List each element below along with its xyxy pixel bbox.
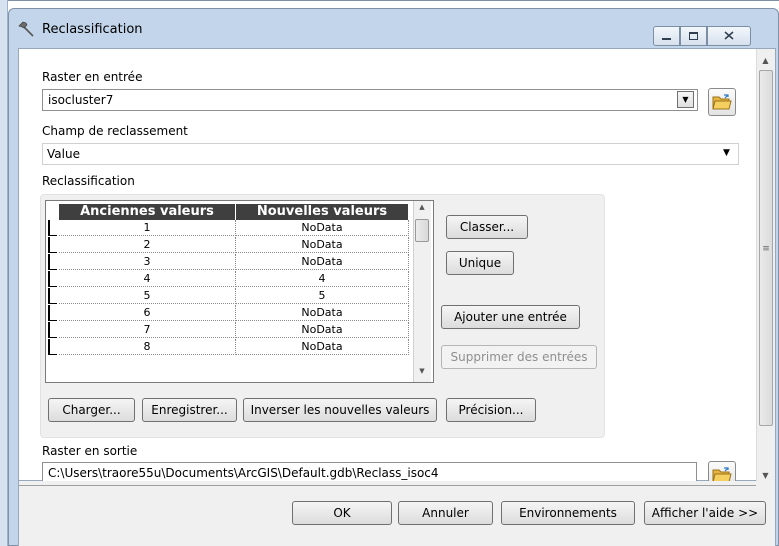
ok-button[interactable]: OK [292,501,392,525]
row-selector[interactable] [48,220,57,236]
parent-window-border [8,0,779,1]
maximize-button[interactable] [680,26,707,46]
show-help-button[interactable]: Afficher l'aide >> [644,501,766,525]
reclassification-label: Reclassification [42,174,135,188]
reclass-field-select[interactable]: Value ▼ [42,143,739,165]
classify-button[interactable]: Classer... [446,215,528,239]
footer-divider [19,485,756,486]
chevron-down-icon: ▼ [723,148,730,158]
table-row[interactable]: 55 [46,288,414,304]
minimize-icon [662,38,671,40]
column-header-old-values[interactable]: Anciennes valeurs [59,204,236,220]
scroll-up-icon[interactable]: ▲ [756,52,775,69]
new-value-cell[interactable]: NoData [236,322,409,338]
hammer-icon [18,20,36,38]
row-selector[interactable] [48,305,57,321]
input-raster-dropdown-button[interactable]: ▼ [677,91,694,108]
output-raster-label: Raster en sortie [42,444,138,458]
new-value-cell[interactable]: NoData [236,305,409,321]
table-scroll-thumb[interactable] [415,219,429,242]
new-value-cell[interactable]: NoData [236,220,409,236]
old-value-cell[interactable]: 5 [59,288,236,304]
close-button[interactable] [707,26,751,46]
scroll-up-icon[interactable]: ▲ [413,203,431,211]
table-row[interactable]: 2 NoData [46,237,414,253]
new-value-cell[interactable]: 4 [236,271,409,287]
scroll-down-icon[interactable]: ▼ [756,468,775,482]
add-entry-button[interactable]: Ajouter une entrée [441,305,580,329]
environments-button[interactable]: Environnements [501,501,635,525]
folder-open-icon [712,93,732,109]
scroll-down-icon[interactable]: ▼ [413,367,431,375]
old-value-cell[interactable]: 1 [59,220,236,236]
new-value-cell[interactable]: NoData [236,339,409,355]
row-selector[interactable] [48,254,57,270]
input-raster-browse-button[interactable] [708,88,736,116]
window-title: Reclassification [42,22,143,37]
row-selector[interactable] [48,322,57,338]
input-raster-value: isocluster7 [48,93,114,107]
reverse-new-values-button[interactable]: Inverser les nouvelles valeurs [243,398,437,422]
old-value-cell[interactable]: 4 [59,271,236,287]
new-value-cell[interactable]: 5 [236,288,409,304]
chevron-down-icon: ▼ [682,95,689,104]
old-value-cell[interactable]: 7 [59,322,236,338]
reclass-field-label: Champ de reclassement [42,124,188,138]
output-raster-path: C:\Users\traore55u\Documents\ArcGIS\Defa… [48,466,439,480]
old-value-cell[interactable]: 8 [59,339,236,355]
new-value-cell[interactable]: NoData [236,237,409,253]
reclass-field-value: Value [47,147,80,161]
parent-window-edge [0,0,8,546]
scroll-grip-icon: ≡ [762,244,770,254]
save-button[interactable]: Enregistrer... [142,398,237,422]
table-row[interactable]: 6 NoData [46,305,414,321]
old-value-cell[interactable]: 6 [59,305,236,321]
row-selector[interactable] [48,339,57,355]
close-icon [724,30,734,43]
row-selector[interactable] [48,288,57,304]
column-header-new-values[interactable]: Nouvelles valeurs [236,204,409,220]
unique-button[interactable]: Unique [446,251,514,275]
maximize-icon [689,32,698,40]
minimize-button[interactable] [653,26,680,46]
table-row[interactable]: 7 NoData [46,322,414,338]
cancel-button[interactable]: Annuler [398,501,493,525]
row-selector[interactable] [48,237,57,253]
input-raster-combo[interactable]: isocluster7 ▼ [42,89,698,111]
load-button[interactable]: Charger... [48,398,135,422]
table-row[interactable]: 44 [46,271,414,287]
old-value-cell[interactable]: 3 [59,254,236,270]
reclass-table[interactable]: Anciennes valeurs Nouvelles valeurs 1 NoD… [45,200,434,383]
table-row[interactable]: 8 NoData [46,339,414,355]
precision-button[interactable]: Précision... [446,398,536,422]
table-row[interactable]: 1 NoData [46,220,414,236]
new-value-cell[interactable]: NoData [236,254,409,270]
old-value-cell[interactable]: 2 [59,237,236,253]
table-row[interactable]: 3 NoData [46,254,414,270]
row-selector[interactable] [48,271,57,287]
input-raster-label: Raster en entrée [42,70,143,84]
delete-entries-button[interactable]: Supprimer des entrées [441,345,597,369]
